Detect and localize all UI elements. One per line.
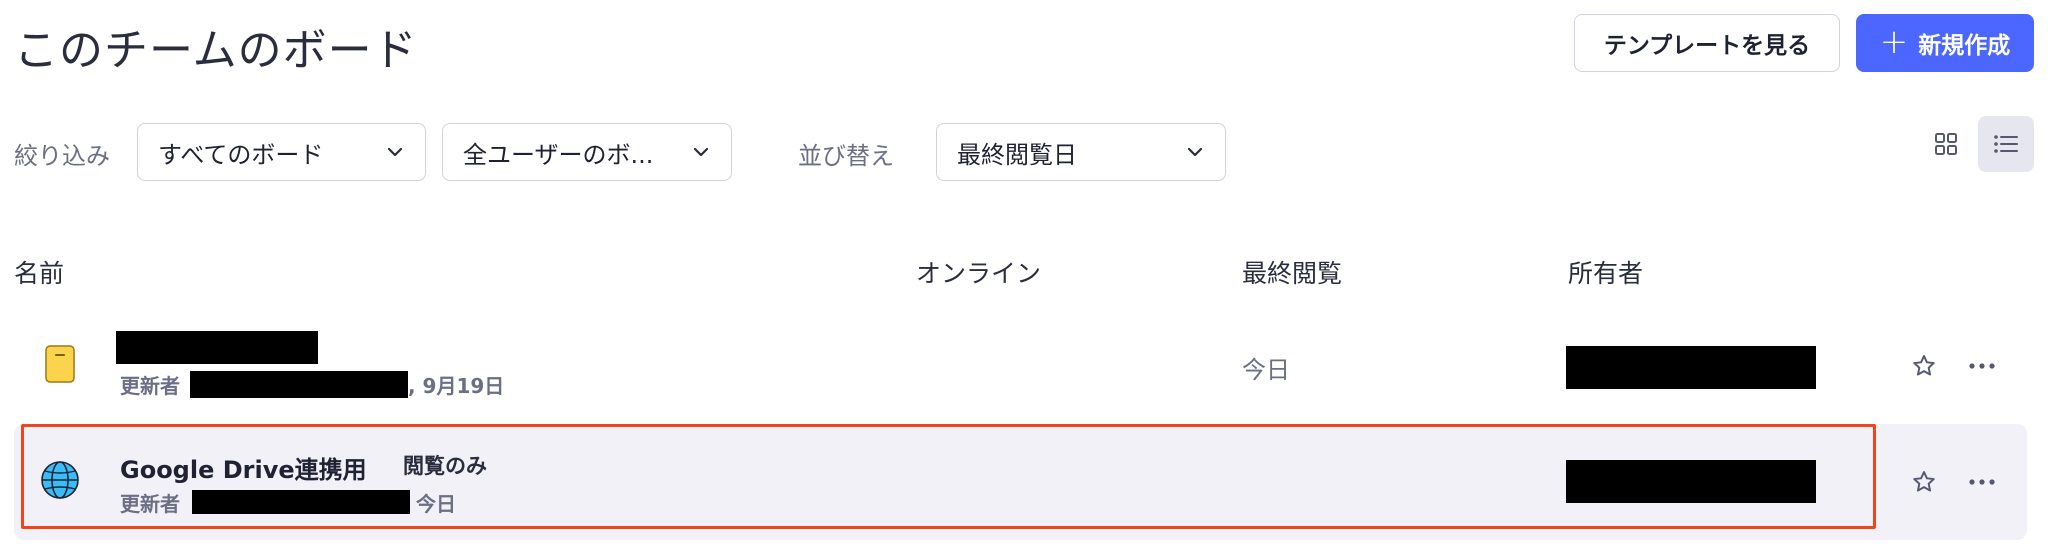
updated-date: 今日 <box>416 492 456 516</box>
column-header-last-viewed[interactable]: 最終閲覧 <box>1242 254 1342 290</box>
board-filter-value: すべてのボード <box>158 140 324 169</box>
list-view-button[interactable] <box>1978 116 2034 172</box>
read-only-badge: 閲覧のみ <box>403 454 487 478</box>
chevron-down-icon <box>693 147 709 157</box>
last-viewed-value: 今日 <box>1242 356 1290 384</box>
more-horizontal-icon <box>1969 479 1995 485</box>
updated-by-label: 更新者 <box>120 492 180 516</box>
board-filter-dropdown[interactable]: すべてのボード <box>137 123 426 181</box>
owner-redacted <box>1566 460 1816 503</box>
owner-filter-value: 全ユーザーのボ... <box>463 140 654 169</box>
owner-redacted <box>1566 346 1816 389</box>
view-templates-label: テンプレートを見る <box>1603 33 1811 59</box>
globe-icon <box>41 461 79 499</box>
filter-label: 絞り込み <box>14 142 110 170</box>
more-horizontal-icon <box>1969 363 1995 369</box>
more-options-button[interactable] <box>1962 346 2002 386</box>
updated-by-user-redacted <box>190 371 408 398</box>
star-button[interactable] <box>1904 346 1944 386</box>
updated-date: , 9月19日 <box>408 374 505 398</box>
plus-icon: + <box>1879 21 1909 62</box>
star-icon <box>1913 355 1935 376</box>
sort-value: 最終閲覧日 <box>957 140 1077 169</box>
updated-by-label: 更新者 <box>120 374 180 398</box>
board-title-redacted <box>116 331 318 364</box>
chevron-down-icon <box>387 147 403 157</box>
board-row[interactable]: 更新者 , 9月19日 今日 <box>14 318 2027 428</box>
grid-view-button[interactable] <box>1920 116 1972 172</box>
more-options-button[interactable] <box>1962 462 2002 502</box>
list-view-icon <box>1994 135 2018 153</box>
column-header-owner[interactable]: 所有者 <box>1568 254 1643 290</box>
create-new-label: 新規作成 <box>1918 33 2011 59</box>
updated-by-user-redacted <box>192 490 410 514</box>
star-button[interactable] <box>1904 462 1944 502</box>
page-title: このチームのボード <box>14 25 418 76</box>
column-header-name[interactable]: 名前 <box>14 254 64 290</box>
board-title[interactable]: Google Drive連携用 <box>120 450 367 485</box>
column-header-online[interactable]: オンライン <box>916 254 1041 290</box>
owner-filter-dropdown[interactable]: 全ユーザーのボ... <box>442 123 732 181</box>
yellow-board-icon <box>45 345 75 383</box>
board-row[interactable]: Google Drive連携用 閲覧のみ 更新者 今日 <box>14 424 2027 540</box>
chevron-down-icon <box>1187 147 1203 157</box>
grid-view-icon <box>1935 133 1957 155</box>
create-new-button[interactable]: + 新規作成 <box>1856 14 2034 72</box>
view-templates-button[interactable]: テンプレートを見る <box>1574 14 1840 72</box>
sort-dropdown[interactable]: 最終閲覧日 <box>936 123 1226 181</box>
star-icon <box>1913 471 1935 492</box>
sort-label: 並び替え <box>798 142 894 170</box>
